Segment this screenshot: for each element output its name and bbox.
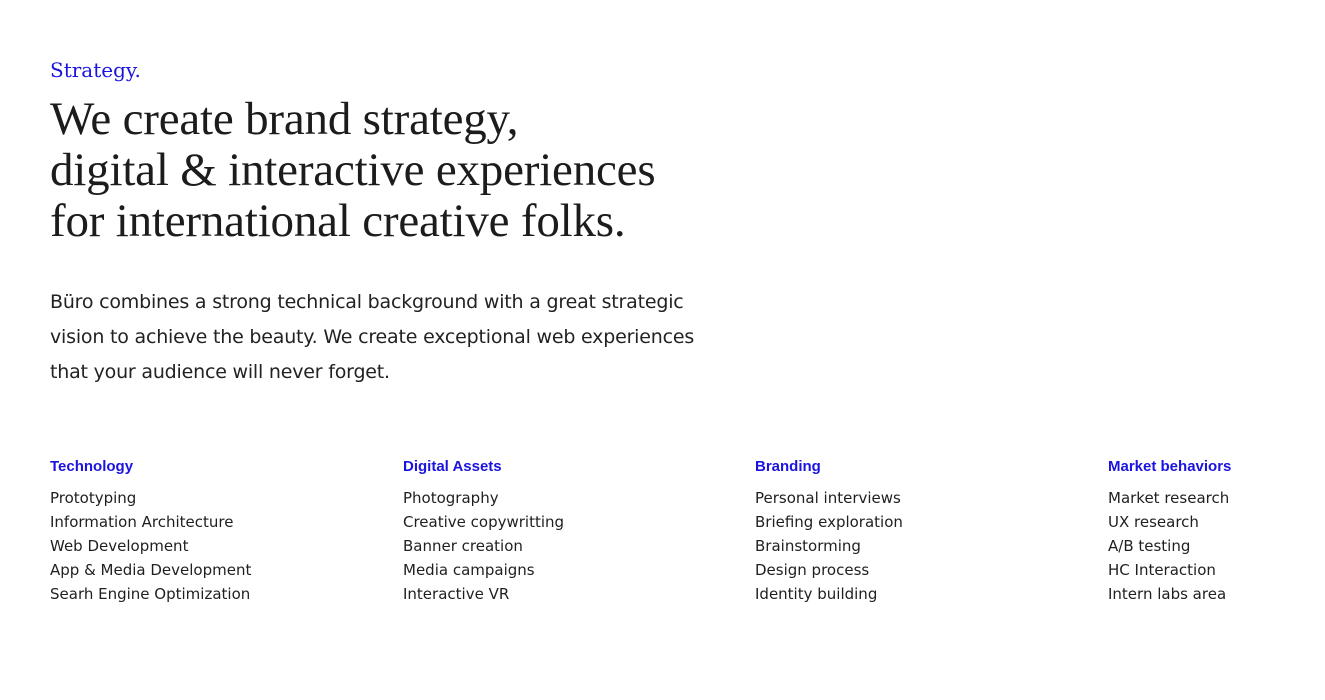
service-item: Personal interviews [755, 489, 901, 507]
headline-line: digital & interactive experiences [50, 144, 656, 196]
intro-line: vision to achieve the beauty. We create … [50, 326, 695, 348]
service-list: Market research UX research A/B testing … [1108, 486, 1290, 606]
headline-line: We create brand strategy, [50, 93, 519, 145]
service-item: Creative copywritting [403, 513, 565, 531]
service-item: Media campaigns [403, 561, 535, 579]
service-list: Photography Creative copywritting Banner… [403, 486, 703, 606]
section-eyebrow: Strategy. [50, 58, 141, 82]
service-item: Brainstorming [755, 537, 861, 555]
column-title: Technology [50, 458, 134, 475]
service-item: Intern labs area [1108, 585, 1227, 603]
service-item: Design process [755, 561, 870, 579]
service-list: Personal interviews Briefing exploration… [755, 486, 1055, 606]
service-item: HC Interaction [1108, 561, 1216, 579]
service-item: Information Architecture [50, 513, 234, 531]
service-item: App & Media Development [50, 561, 252, 579]
intro-line: that your audience will never forget. [50, 361, 390, 383]
service-item: Prototyping [50, 489, 137, 507]
service-item: Interactive VR [403, 585, 510, 603]
service-item: UX research [1108, 513, 1199, 531]
service-item: Market research [1108, 489, 1230, 507]
column-title: Market behaviors [1108, 458, 1232, 475]
services-column-market-behaviors: Market behaviors Market research UX rese… [1108, 456, 1290, 606]
service-item: Briefing exploration [755, 513, 903, 531]
services-columns: Technology Prototyping Information Archi… [50, 456, 1290, 616]
service-item: A/B testing [1108, 537, 1191, 555]
intro-line: Büro combines a strong technical backgro… [50, 291, 684, 313]
column-title: Digital Assets [403, 458, 502, 475]
service-item: Banner creation [403, 537, 523, 555]
service-list: Prototyping Information Architecture Web… [50, 486, 350, 606]
headline-line: for international creative folks. [50, 195, 626, 247]
service-item: Photography [403, 489, 499, 507]
intro-paragraph: Büro combines a strong technical backgro… [50, 285, 750, 390]
service-item: Searh Engine Optimization [50, 585, 251, 603]
services-column-branding: Branding Personal interviews Briefing ex… [755, 456, 1055, 606]
service-item: Web Development [50, 537, 189, 555]
services-column-digital-assets: Digital Assets Photography Creative copy… [403, 456, 703, 606]
services-column-technology: Technology Prototyping Information Archi… [50, 456, 350, 606]
page-headline: We create brand strategy, digital & inte… [50, 94, 810, 247]
service-item: Identity building [755, 585, 878, 603]
column-title: Branding [755, 458, 821, 475]
